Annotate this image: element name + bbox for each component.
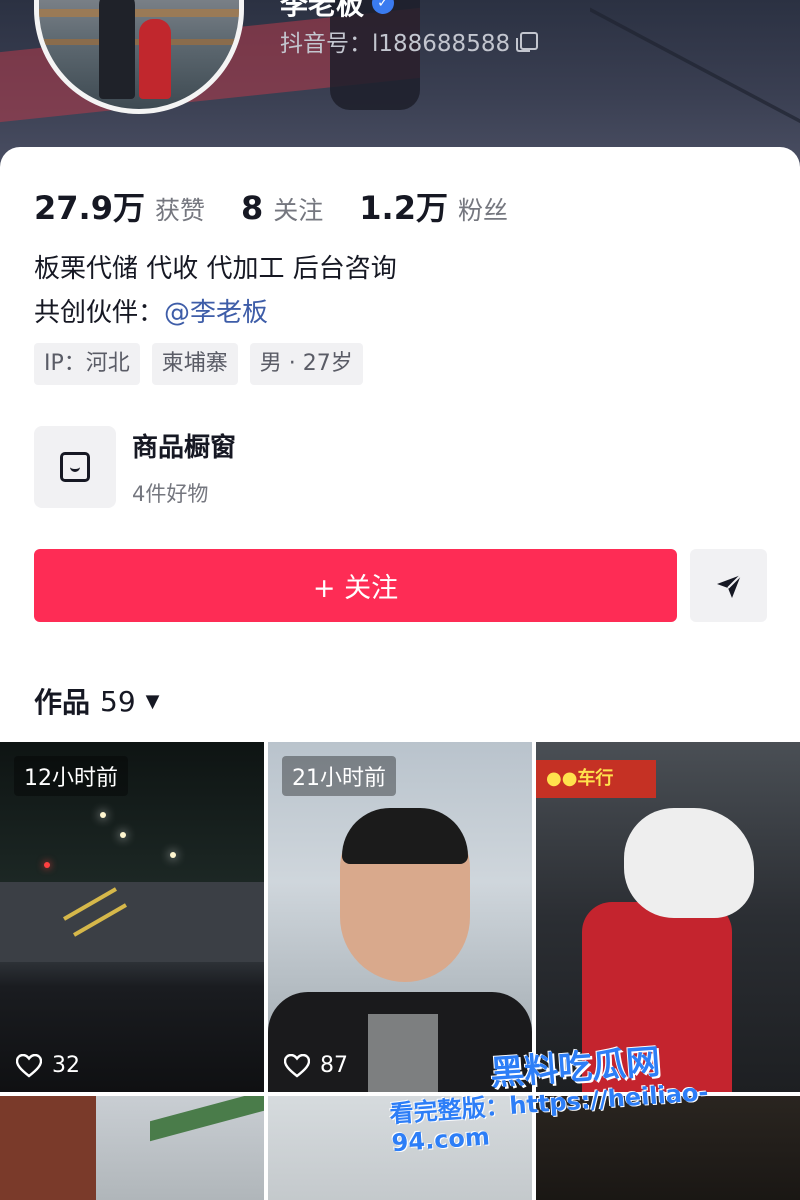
profile-name-row: 李老板 ✓	[280, 0, 395, 21]
video-like-count: 32	[52, 1053, 80, 1078]
partner-mention-link[interactable]: @李老板	[164, 298, 268, 328]
shopping-bag-icon	[60, 452, 90, 482]
profile-tags: IP：河北 柬埔寨 男 · 27岁	[34, 343, 363, 385]
share-button[interactable]	[690, 549, 767, 622]
douyin-id-row[interactable]: 抖音号：l188688588	[280, 24, 539, 58]
follow-button-label: + 关注	[312, 573, 399, 604]
video-time-badge: 21小时前	[282, 756, 396, 796]
bio-partner-line: 共创伙伴：@李老板	[34, 291, 397, 335]
showcase-title: 商品橱窗	[132, 432, 237, 463]
douyin-id: 抖音号：l188688588	[280, 31, 511, 57]
stat-value: 8	[240, 189, 264, 227]
video-tile[interactable]: 21小时前 87	[268, 742, 532, 1092]
showcase-subtitle: 4件好物	[132, 481, 209, 506]
video-tile[interactable]	[0, 1096, 264, 1200]
copy-icon[interactable]	[516, 32, 539, 52]
heart-icon	[16, 1053, 42, 1078]
follow-button[interactable]: + 关注	[34, 549, 677, 622]
video-time-badge: 12小时前	[14, 756, 128, 796]
video-likes: 87	[284, 1053, 348, 1078]
profile-name: 李老板	[280, 0, 365, 21]
shop-sign-image: ●●车行	[536, 760, 656, 798]
partner-label: 共创伙伴：	[34, 298, 165, 328]
works-count: 59	[100, 684, 136, 718]
stat-following[interactable]: 8 关注	[241, 189, 323, 227]
send-icon	[716, 573, 742, 598]
bio: 板栗代储 代收 代加工 后台咨询 共创伙伴：@李老板	[34, 247, 397, 335]
video-like-count: 87	[320, 1053, 348, 1078]
stat-value: 1.2万	[359, 189, 448, 227]
stats-row: 27.9万 获赞 8 关注 1.2万 粉丝	[34, 183, 544, 229]
profile-cover: 李老板 ✓ 抖音号：l188688588	[0, 0, 800, 170]
tag-location: 柬埔寨	[151, 343, 238, 385]
stat-label: 关注	[273, 196, 324, 225]
tag-ip: IP：河北	[34, 343, 140, 385]
heart-icon	[284, 1053, 310, 1078]
stat-label: 粉丝	[457, 196, 508, 225]
tag-gender-age: 男 · 27岁	[249, 343, 363, 385]
works-label: 作品	[34, 686, 91, 719]
stat-label: 获赞	[154, 196, 205, 225]
stat-value: 27.9万	[34, 189, 145, 227]
works-tab[interactable]: 作品 59 ▼	[34, 681, 160, 721]
video-tile[interactable]: 12小时前 32	[0, 742, 264, 1092]
profile-card: 27.9万 获赞 8 关注 1.2万 粉丝 板栗代储 代收 代加工 后台咨询 共…	[0, 147, 800, 1200]
caret-down-icon: ▼	[145, 690, 160, 712]
stat-likes: 27.9万 获赞	[34, 183, 205, 229]
stat-followers[interactable]: 1.2万 粉丝	[359, 183, 508, 229]
video-likes: 32	[16, 1053, 80, 1078]
verified-icon: ✓	[372, 0, 395, 14]
showcase-icon-box	[34, 426, 116, 508]
bio-line: 板栗代储 代收 代加工 后台咨询	[34, 254, 397, 284]
product-showcase[interactable]: 商品橱窗 4件好物	[34, 426, 236, 508]
cover-decoration	[590, 0, 800, 129]
